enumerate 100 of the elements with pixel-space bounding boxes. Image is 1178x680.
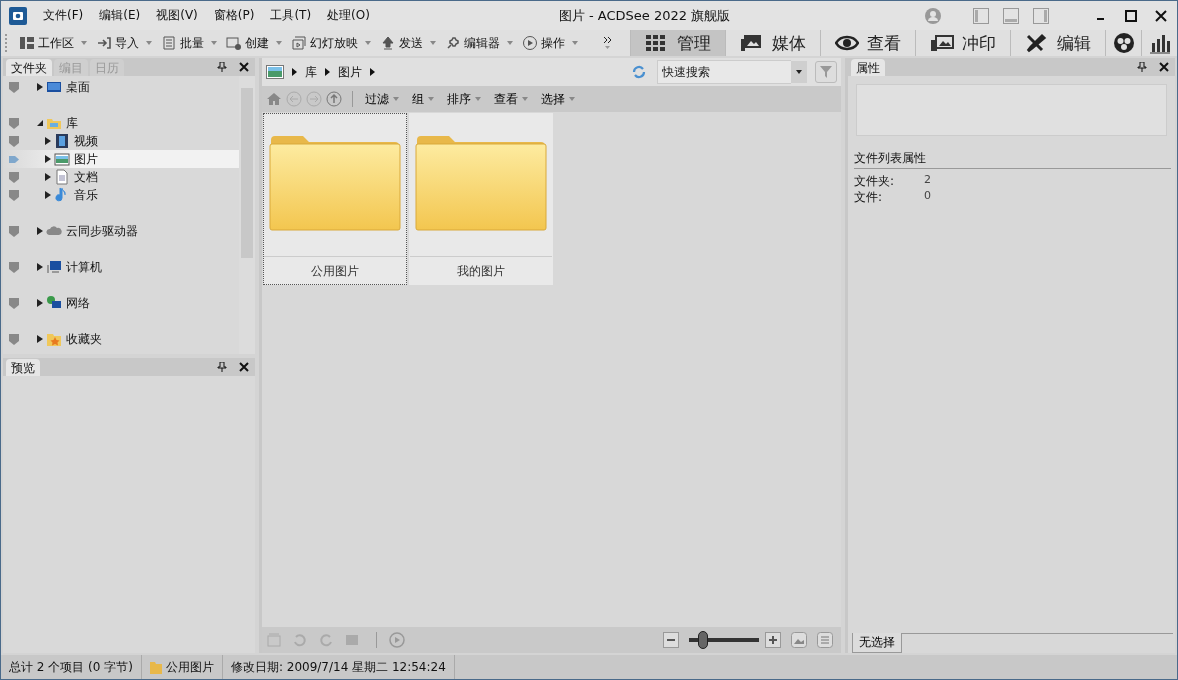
close-icon[interactable]: [239, 362, 249, 372]
shield-icon: [9, 261, 19, 273]
expand-icon[interactable]: [45, 191, 51, 199]
collapse-icon[interactable]: [37, 119, 43, 127]
picture-icon: [54, 151, 70, 167]
tree-item[interactable]: 视频: [3, 132, 239, 150]
caret-icon: [210, 40, 218, 46]
slider-thumb[interactable]: [698, 631, 708, 649]
expand-icon[interactable]: [37, 83, 43, 91]
caret-icon: [429, 40, 437, 46]
overflow-icon[interactable]: [602, 35, 614, 51]
path-arrow-icon[interactable]: [370, 68, 375, 76]
create-icon: [226, 35, 242, 51]
pin-icon[interactable]: [1137, 62, 1147, 72]
nav-menu-button[interactable]: 选择: [535, 90, 582, 108]
filter-icon: [819, 65, 833, 79]
expand-icon[interactable]: [37, 335, 43, 343]
tree-item[interactable]: 音乐: [3, 186, 239, 204]
shield-icon: [9, 81, 19, 93]
toolbar-button[interactable]: 幻灯放映: [287, 32, 376, 54]
caret-icon: [275, 40, 283, 46]
nav-menu-button[interactable]: 排序: [441, 90, 488, 108]
nav-menu-button[interactable]: 过滤: [359, 90, 406, 108]
mode-tab[interactable]: 管理: [630, 30, 725, 56]
tree-item[interactable]: 收藏夹: [3, 330, 239, 348]
dropdown-button[interactable]: [791, 61, 807, 83]
panel-tab[interactable]: 文件夹: [6, 59, 52, 76]
property-value: 2: [924, 173, 932, 188]
quick-search-field[interactable]: 快速搜索: [657, 60, 791, 84]
folder-tile[interactable]: 我的图片: [409, 113, 553, 285]
caret-icon: [571, 40, 579, 46]
shield-icon: [9, 333, 19, 345]
tree-item[interactable]: 网络: [3, 294, 239, 312]
toolbar-button[interactable]: 编辑器: [441, 32, 518, 54]
menu-item[interactable]: 编辑(E): [91, 7, 149, 24]
expand-icon[interactable]: [37, 299, 43, 307]
computer-icon: [46, 259, 62, 275]
status-text: 公用图片: [141, 655, 223, 679]
menu-item[interactable]: 文件(F): [35, 7, 92, 24]
favorites-icon: [46, 331, 62, 347]
path-arrow-icon[interactable]: [325, 68, 330, 76]
path-crumb[interactable]: 库: [305, 63, 317, 81]
zoom-out-icon[interactable]: [663, 632, 679, 648]
toolbar-button[interactable]: 批量: [157, 32, 222, 54]
nav-menu-button[interactable]: 组: [406, 90, 441, 108]
selection-tab[interactable]: 无选择: [852, 633, 902, 653]
path-crumb[interactable]: 图片: [338, 63, 362, 81]
tree-item[interactable]: 云同步驱动器: [3, 222, 239, 240]
property-label: 文件夹:: [854, 173, 896, 190]
thumbnail-view-icon[interactable]: [791, 632, 807, 648]
maximize-icon[interactable]: [1123, 7, 1139, 24]
toolbar-button[interactable]: 导入: [92, 32, 157, 54]
expand-icon[interactable]: [37, 263, 43, 271]
tree-item[interactable]: 桌面: [3, 78, 239, 96]
close-icon[interactable]: [1153, 7, 1169, 24]
expand-icon[interactable]: [45, 137, 51, 145]
tree-item[interactable]: 计算机: [3, 258, 239, 276]
tree-item[interactable]: 库: [3, 114, 239, 132]
people-icon: [1112, 32, 1135, 54]
toolbar-button[interactable]: 操作: [518, 32, 583, 54]
folder-tile[interactable]: 公用图片: [263, 113, 407, 285]
toolbar-button[interactable]: 发送: [376, 32, 441, 54]
media-icon: [740, 32, 764, 54]
folder-icon: [149, 660, 162, 674]
pin-icon[interactable]: [217, 62, 227, 72]
picture-icon: [266, 64, 284, 80]
shield-icon: [9, 117, 19, 129]
toolbar-button[interactable]: 创建: [222, 32, 287, 54]
close-icon[interactable]: [239, 62, 249, 72]
workspace-icon: [19, 35, 35, 51]
nav-menu-button[interactable]: 查看: [488, 90, 535, 108]
menu-item[interactable]: 工具(T): [262, 7, 320, 24]
tree-item[interactable]: 文档: [3, 168, 239, 186]
refresh-icon[interactable]: [631, 64, 647, 80]
caret-icon: [80, 40, 88, 46]
caret-icon: [568, 96, 576, 102]
pin-icon[interactable]: [217, 362, 227, 372]
expand-icon[interactable]: [45, 173, 51, 181]
shield-icon: [9, 153, 19, 165]
toolbar-button[interactable]: 工作区: [15, 32, 92, 54]
menu-item[interactable]: 处理(O): [319, 7, 378, 24]
shield-icon: [9, 297, 19, 309]
path-arrow-icon[interactable]: [292, 68, 297, 76]
develop-icon: [930, 32, 954, 54]
up-icon[interactable]: [326, 91, 342, 107]
shield-icon: [9, 135, 19, 147]
import-icon: [96, 35, 112, 51]
menu-item[interactable]: 窗格(P): [205, 7, 263, 24]
desktop-icon: [46, 79, 62, 95]
property-label: 文件:: [854, 189, 884, 206]
close-icon[interactable]: [1159, 62, 1169, 72]
panel-tab[interactable]: 属性: [851, 59, 885, 76]
panel-tab[interactable]: 预览: [6, 359, 40, 376]
expand-icon[interactable]: [37, 227, 43, 235]
editor-icon: [445, 35, 461, 51]
caret-icon: [796, 70, 802, 74]
zoom-in-icon[interactable]: [765, 632, 781, 648]
property-value: 0: [924, 189, 932, 204]
menu-item[interactable]: 视图(V): [148, 7, 206, 24]
expand-icon[interactable]: [45, 155, 51, 163]
